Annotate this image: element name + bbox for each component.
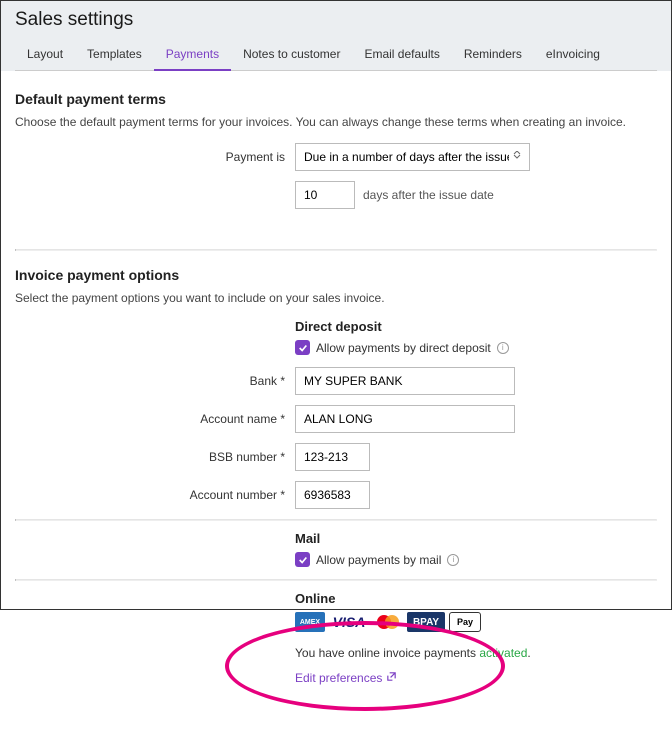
payment-is-select[interactable]: Due in a number of days after the issue …	[295, 143, 530, 171]
page-title: Sales settings	[15, 9, 657, 31]
tabs-row: Layout Templates Payments Notes to custo…	[15, 39, 657, 71]
info-icon[interactable]: i	[497, 342, 509, 354]
days-input[interactable]	[295, 181, 355, 209]
mastercard-icon	[373, 612, 403, 632]
payment-options-title: Invoice payment options	[15, 267, 657, 283]
direct-deposit-checkbox[interactable]	[295, 340, 310, 355]
external-link-icon	[386, 671, 397, 685]
payment-is-label: Payment is	[15, 150, 295, 164]
tab-email-defaults[interactable]: Email defaults	[352, 39, 451, 70]
mail-title: Mail	[295, 531, 657, 546]
payment-options-desc: Select the payment options you want to i…	[15, 291, 657, 305]
default-terms-desc: Choose the default payment terms for you…	[15, 115, 657, 129]
activated-status: activated	[479, 646, 527, 660]
bank-label: Bank *	[15, 374, 295, 388]
days-hint: days after the issue date	[363, 188, 494, 202]
payment-cards: AMEX VISA BPAY Pay	[295, 612, 657, 632]
bsb-input[interactable]	[295, 443, 370, 471]
bpay-icon: BPAY	[407, 612, 445, 632]
tab-notes[interactable]: Notes to customer	[231, 39, 352, 70]
default-terms-title: Default payment terms	[15, 91, 657, 107]
tab-reminders[interactable]: Reminders	[452, 39, 534, 70]
amex-icon: AMEX	[295, 612, 325, 632]
visa-icon: VISA	[329, 612, 369, 632]
tab-payments[interactable]: Payments	[154, 39, 231, 71]
account-number-input[interactable]	[295, 481, 370, 509]
bsb-label: BSB number *	[15, 450, 295, 464]
bank-input[interactable]	[295, 367, 515, 395]
mail-check-label: Allow payments by mail	[316, 553, 441, 567]
online-title: Online	[295, 591, 657, 606]
account-name-label: Account name *	[15, 412, 295, 426]
account-name-input[interactable]	[295, 405, 515, 433]
direct-deposit-title: Direct deposit	[295, 319, 657, 334]
apple-pay-icon: Pay	[449, 612, 481, 632]
account-number-label: Account number *	[15, 488, 295, 502]
direct-deposit-check-label: Allow payments by direct deposit	[316, 341, 491, 355]
tab-templates[interactable]: Templates	[75, 39, 154, 70]
tab-einvoicing[interactable]: eInvoicing	[534, 39, 612, 70]
mail-checkbox[interactable]	[295, 552, 310, 567]
highlight-annotation	[225, 621, 505, 711]
tab-layout[interactable]: Layout	[15, 39, 75, 70]
activation-text: You have online invoice payments activat…	[295, 646, 657, 660]
info-icon[interactable]: i	[447, 554, 459, 566]
edit-preferences-link[interactable]: Edit preferences	[295, 671, 397, 685]
